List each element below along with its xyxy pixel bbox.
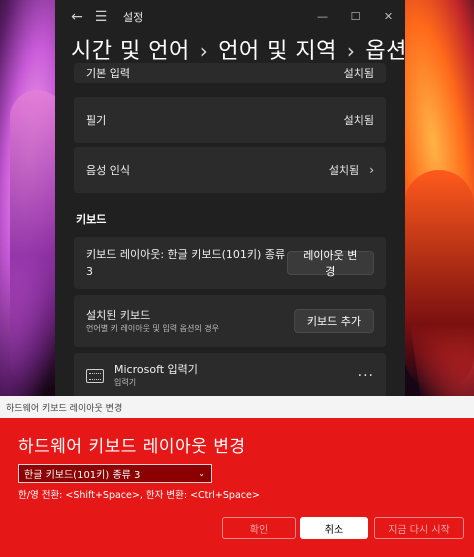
speech-recognition-label: 음성 인식	[86, 164, 130, 177]
chevron-right-icon: ›	[346, 39, 356, 63]
settings-content: 기본 입력 설치됨 필기 설치됨 음성 인식 설치됨 › 키보드 키보드 레이아…	[55, 63, 405, 399]
maximize-icon[interactable]: ☐	[339, 6, 372, 28]
title-bar: ← ☰ 설정 — ☐ ✕	[55, 0, 405, 33]
chevron-right-icon: ›	[369, 163, 374, 177]
keyboard-section-title: 키보드	[76, 213, 107, 226]
add-keyboard-button[interactable]: 키보드 추가	[293, 309, 374, 333]
dialog-titlebar: 하드웨어 키보드 레이아웃 변경	[0, 396, 474, 418]
breadcrumb-language-region[interactable]: 언어 및 지역	[218, 33, 337, 65]
more-options-icon[interactable]: ···	[358, 368, 374, 384]
installed-keyboards-label: 설치된 키보드	[86, 308, 151, 322]
handwriting-row: 필기 설치됨	[74, 97, 386, 143]
keyboard-layout-select[interactable]: 한글 키보드(101키) 종류 3 ⌄	[18, 464, 212, 483]
window-title: 설정	[123, 10, 144, 24]
hamburger-menu-icon[interactable]: ☰	[89, 5, 113, 29]
dialog-heading: 하드웨어 키보드 레이아웃 변경	[18, 437, 246, 457]
wallpaper-petal-right	[404, 170, 474, 390]
basic-input-status: 설치됨	[343, 67, 374, 80]
hardware-keyboard-dialog: 하드웨어 키보드 레이아웃 변경 하드웨어 키보드 레이아웃 변경 한글 키보드…	[0, 396, 474, 557]
settings-window: ← ☰ 설정 — ☐ ✕ 시간 및 언어 › 언어 및 지역 › 옵션 기본 입…	[55, 0, 405, 400]
microsoft-ime-row[interactable]: Microsoft 입력기 입력기 ···	[74, 353, 386, 399]
restart-now-button[interactable]: 지금 다시 시작	[374, 517, 464, 539]
breadcrumb-time-language[interactable]: 시간 및 언어	[71, 33, 190, 65]
keyboard-layout-label: 키보드 레이아웃: 한글 키보드(101키) 종류 3	[86, 248, 286, 278]
chevron-right-icon: ›	[199, 39, 209, 63]
installed-keyboards-sub: 언어별 키 레이아웃 및 입력 옵션의 경우	[86, 323, 220, 333]
chevron-down-icon: ⌄	[198, 469, 205, 478]
cancel-button[interactable]: 취소	[300, 517, 368, 539]
back-arrow-icon[interactable]: ←	[65, 5, 89, 29]
installed-keyboards-row: 설치된 키보드 언어별 키 레이아웃 및 입력 옵션의 경우 키보드 추가	[74, 295, 386, 347]
keyboard-layout-select-value: 한글 키보드(101키) 종류 3	[24, 470, 141, 481]
basic-input-row: 기본 입력 설치됨	[74, 63, 386, 83]
speech-recognition-status: 설치됨	[328, 164, 360, 177]
window-controls: — ☐ ✕	[306, 6, 405, 28]
handwriting-status: 설치됨	[343, 114, 374, 127]
installed-keyboards-text: 설치된 키보드 언어별 키 레이아웃 및 입력 옵션의 경우	[86, 308, 219, 335]
basic-input-label: 기본 입력	[86, 67, 130, 80]
close-icon[interactable]: ✕	[372, 6, 405, 28]
change-layout-button[interactable]: 레이아웃 변경	[286, 249, 374, 278]
minimize-icon[interactable]: —	[306, 6, 339, 28]
ok-button[interactable]: 확인	[222, 517, 296, 539]
breadcrumb-options: 옵션	[365, 39, 405, 64]
microsoft-ime-label: Microsoft 입력기	[114, 363, 198, 376]
keyboard-icon	[86, 369, 104, 383]
speech-recognition-row[interactable]: 음성 인식 설치됨 ›	[74, 147, 386, 193]
keyboard-layout-row: 키보드 레이아웃: 한글 키보드(101키) 종류 3 레이아웃 변경	[74, 237, 386, 289]
handwriting-label: 필기	[86, 114, 107, 127]
microsoft-ime-text: Microsoft 입력기 입력기	[114, 363, 198, 389]
shortcut-hint: 한/영 전환: <Shift+Space>, 한자 변환: <Ctrl+Spac…	[18, 490, 260, 501]
microsoft-ime-sub: 입력기	[114, 378, 137, 387]
